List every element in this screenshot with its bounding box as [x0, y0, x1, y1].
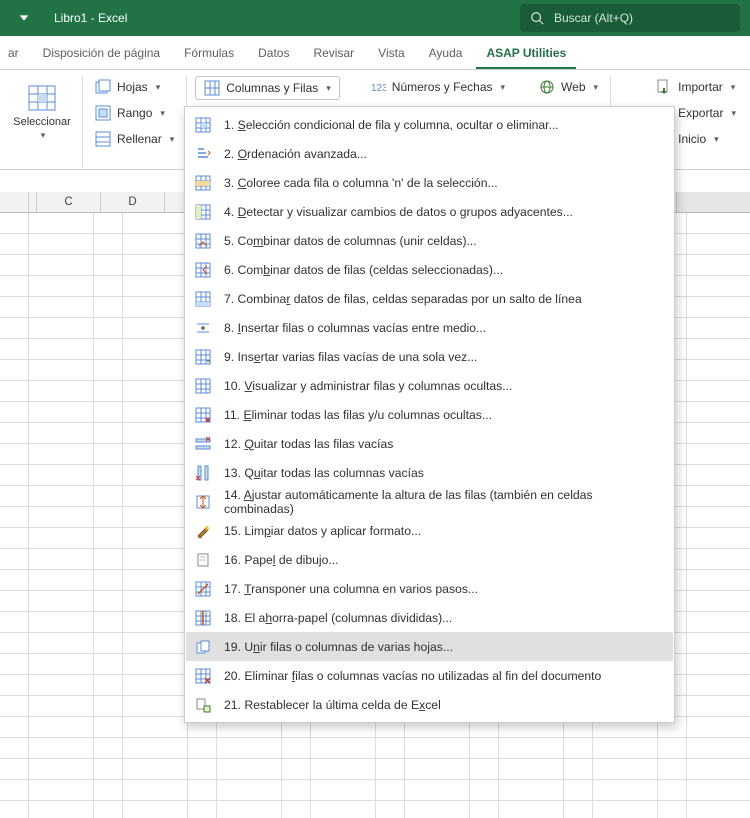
menu-item-label: 10. Visualizar y administrar filas y col…: [224, 379, 512, 393]
menu-item-13[interactable]: 13. Quitar todas las columnas vacías: [186, 458, 673, 487]
menu-item-label: 1. Selección condicional de fila y colum…: [224, 118, 559, 132]
import-icon: [656, 79, 672, 95]
menu-item-label: 11. Eliminar todas las filas y/u columna…: [224, 408, 492, 422]
col-header[interactable]: [0, 192, 29, 212]
menu-item-17[interactable]: 17. Transponer una columna en varios pas…: [186, 574, 673, 603]
search-placeholder: Buscar (Alt+Q): [554, 11, 633, 25]
col-header[interactable]: D: [101, 192, 165, 212]
range-icon: [95, 105, 111, 121]
menu-item-16[interactable]: 16. Papel de dibujo...: [186, 545, 673, 574]
menu-item-12[interactable]: 12. Quitar todas las filas vacías: [186, 429, 673, 458]
menu-item-label: 4. Detectar y visualizar cambios de dato…: [224, 205, 573, 219]
menu-item-10[interactable]: 10. Visualizar y administrar filas y col…: [186, 371, 673, 400]
menu-item-label: 18. El ahorra-papel (columnas divididas)…: [224, 611, 452, 625]
menu-item-label: 12. Quitar todas las filas vacías: [224, 437, 393, 451]
columns-rows-icon: [204, 80, 220, 96]
menu-item-label: 21. Restablecer la última celda de Excel: [224, 698, 441, 712]
importar-button[interactable]: Importar▾: [652, 76, 740, 98]
autoheight-icon: [194, 493, 212, 511]
web-icon: [539, 79, 555, 95]
menu-item-label: 8. Insertar filas o columnas vacías entr…: [224, 321, 486, 335]
menu-item-label: 15. Limpiar datos y aplicar formato...: [224, 524, 421, 538]
grid-color-icon: [194, 174, 212, 192]
sheets-join-icon: [194, 638, 212, 656]
seleccionar-button[interactable]: Seleccionar▾: [10, 76, 74, 146]
menu-item-label: 6. Combinar datos de filas (celdas selec…: [224, 263, 503, 277]
menu-item-1[interactable]: 1. Selección condicional de fila y colum…: [186, 110, 673, 139]
web-button[interactable]: Web▾: [535, 76, 602, 98]
menu-item-11[interactable]: 11. Eliminar todas las filas y/u columna…: [186, 400, 673, 429]
menu-item-label: 20. Eliminar filas o columnas vacías no …: [224, 669, 601, 683]
insert-between-icon: [194, 319, 212, 337]
transpose-icon: [194, 580, 212, 598]
menu-item-8[interactable]: 8. Insertar filas o columnas vacías entr…: [186, 313, 673, 342]
wand-icon: [194, 522, 212, 540]
menu-item-label: 19. Unir filas o columnas de varias hoja…: [224, 640, 453, 654]
tab-f-rmulas[interactable]: Fórmulas: [174, 38, 244, 69]
grid-del-rows-icon: [194, 435, 212, 453]
grid-insert-icon: [194, 348, 212, 366]
menu-item-4[interactable]: 4. Detectar y visualizar cambios de dato…: [186, 197, 673, 226]
col-header[interactable]: [29, 192, 37, 212]
menu-item-5[interactable]: 5. Combinar datos de columnas (unir celd…: [186, 226, 673, 255]
merge-cols-icon: [194, 232, 212, 250]
numeros-fechas-button[interactable]: 123Números y Fechas▾: [366, 76, 509, 98]
menu-item-7[interactable]: 7. Combinar datos de filas, celdas separ…: [186, 284, 673, 313]
hojas-button[interactable]: Hojas▾: [91, 76, 178, 98]
menu-item-21[interactable]: 21. Restablecer la última celda de Excel: [186, 690, 673, 719]
tab-partial[interactable]: ar: [6, 38, 29, 69]
reset-cell-icon: [194, 696, 212, 714]
ribbon-tabs: ar Disposición de páginaFórmulasDatosRev…: [0, 36, 750, 70]
grid-del-hidden-icon: [194, 406, 212, 424]
menu-item-label: 7. Combinar datos de filas, celdas separ…: [224, 292, 582, 306]
rango-button[interactable]: Rango▾: [91, 102, 178, 124]
title-bar: Libro1 - Excel Buscar (Alt+Q): [0, 0, 750, 36]
menu-item-label: 14. Ajustar automáticamente la altura de…: [224, 488, 663, 516]
menu-item-14[interactable]: 14. Ajustar automáticamente la altura de…: [186, 487, 673, 516]
menu-item-label: 2. Ordenación avanzada...: [224, 147, 367, 161]
menu-item-label: 3. Coloree cada fila o columna 'n' de la…: [224, 176, 498, 190]
grid-clear-end-icon: [194, 667, 212, 685]
menu-item-20[interactable]: 20. Eliminar filas o columnas vacías no …: [186, 661, 673, 690]
menu-item-2[interactable]: 2. Ordenación avanzada...: [186, 139, 673, 168]
menu-item-label: 16. Papel de dibujo...: [224, 553, 339, 567]
tab-disposici-n-de-p-gina[interactable]: Disposición de página: [33, 38, 170, 69]
menu-item-label: 5. Combinar datos de columnas (unir celd…: [224, 234, 477, 248]
merge-break-icon: [194, 290, 212, 308]
search-box[interactable]: Buscar (Alt+Q): [520, 4, 740, 32]
qat-customize-button[interactable]: [10, 4, 38, 32]
columns-rows-menu: 1. Selección condicional de fila y colum…: [184, 106, 675, 723]
menu-item-18[interactable]: 18. El ahorra-papel (columnas divididas)…: [186, 603, 673, 632]
menu-item-3[interactable]: 3. Coloree cada fila o columna 'n' de la…: [186, 168, 673, 197]
svg-text:123: 123: [371, 83, 386, 94]
menu-item-label: 17. Transponer una columna en varios pas…: [224, 582, 478, 596]
menu-item-label: 13. Quitar todas las columnas vacías: [224, 466, 424, 480]
grid-manage-icon: [194, 377, 212, 395]
merge-rows-icon: [194, 261, 212, 279]
grid-del-cols-icon: [194, 464, 212, 482]
grid-highlight-icon: [194, 203, 212, 221]
col-header[interactable]: C: [37, 192, 101, 212]
sheets-icon: [95, 79, 111, 95]
tab-ayuda[interactable]: Ayuda: [419, 38, 473, 69]
tab-vista[interactable]: Vista: [368, 38, 414, 69]
columnas-filas-button[interactable]: Columnas y Filas▾: [195, 76, 340, 100]
numbers-icon: 123: [370, 79, 386, 95]
paper-split-icon: [194, 609, 212, 627]
menu-item-9[interactable]: 9. Insertar varias filas vacías de una s…: [186, 342, 673, 371]
tab-datos[interactable]: Datos: [248, 38, 299, 69]
window-title: Libro1 - Excel: [54, 11, 127, 25]
fill-icon: [95, 131, 111, 147]
rellenar-button[interactable]: Rellenar▾: [91, 128, 178, 150]
paper-icon: [194, 551, 212, 569]
menu-item-15[interactable]: 15. Limpiar datos y aplicar formato...: [186, 516, 673, 545]
sort-icon: [194, 145, 212, 163]
menu-item-6[interactable]: 6. Combinar datos de filas (celdas selec…: [186, 255, 673, 284]
menu-item-19[interactable]: 19. Unir filas o columnas de varias hoja…: [186, 632, 673, 661]
menu-item-label: 9. Insertar varias filas vacías de una s…: [224, 350, 477, 364]
grid-select-icon: [194, 116, 212, 134]
tab-revisar[interactable]: Revisar: [303, 38, 364, 69]
tab-asap-utilities[interactable]: ASAP Utilities: [476, 38, 576, 69]
